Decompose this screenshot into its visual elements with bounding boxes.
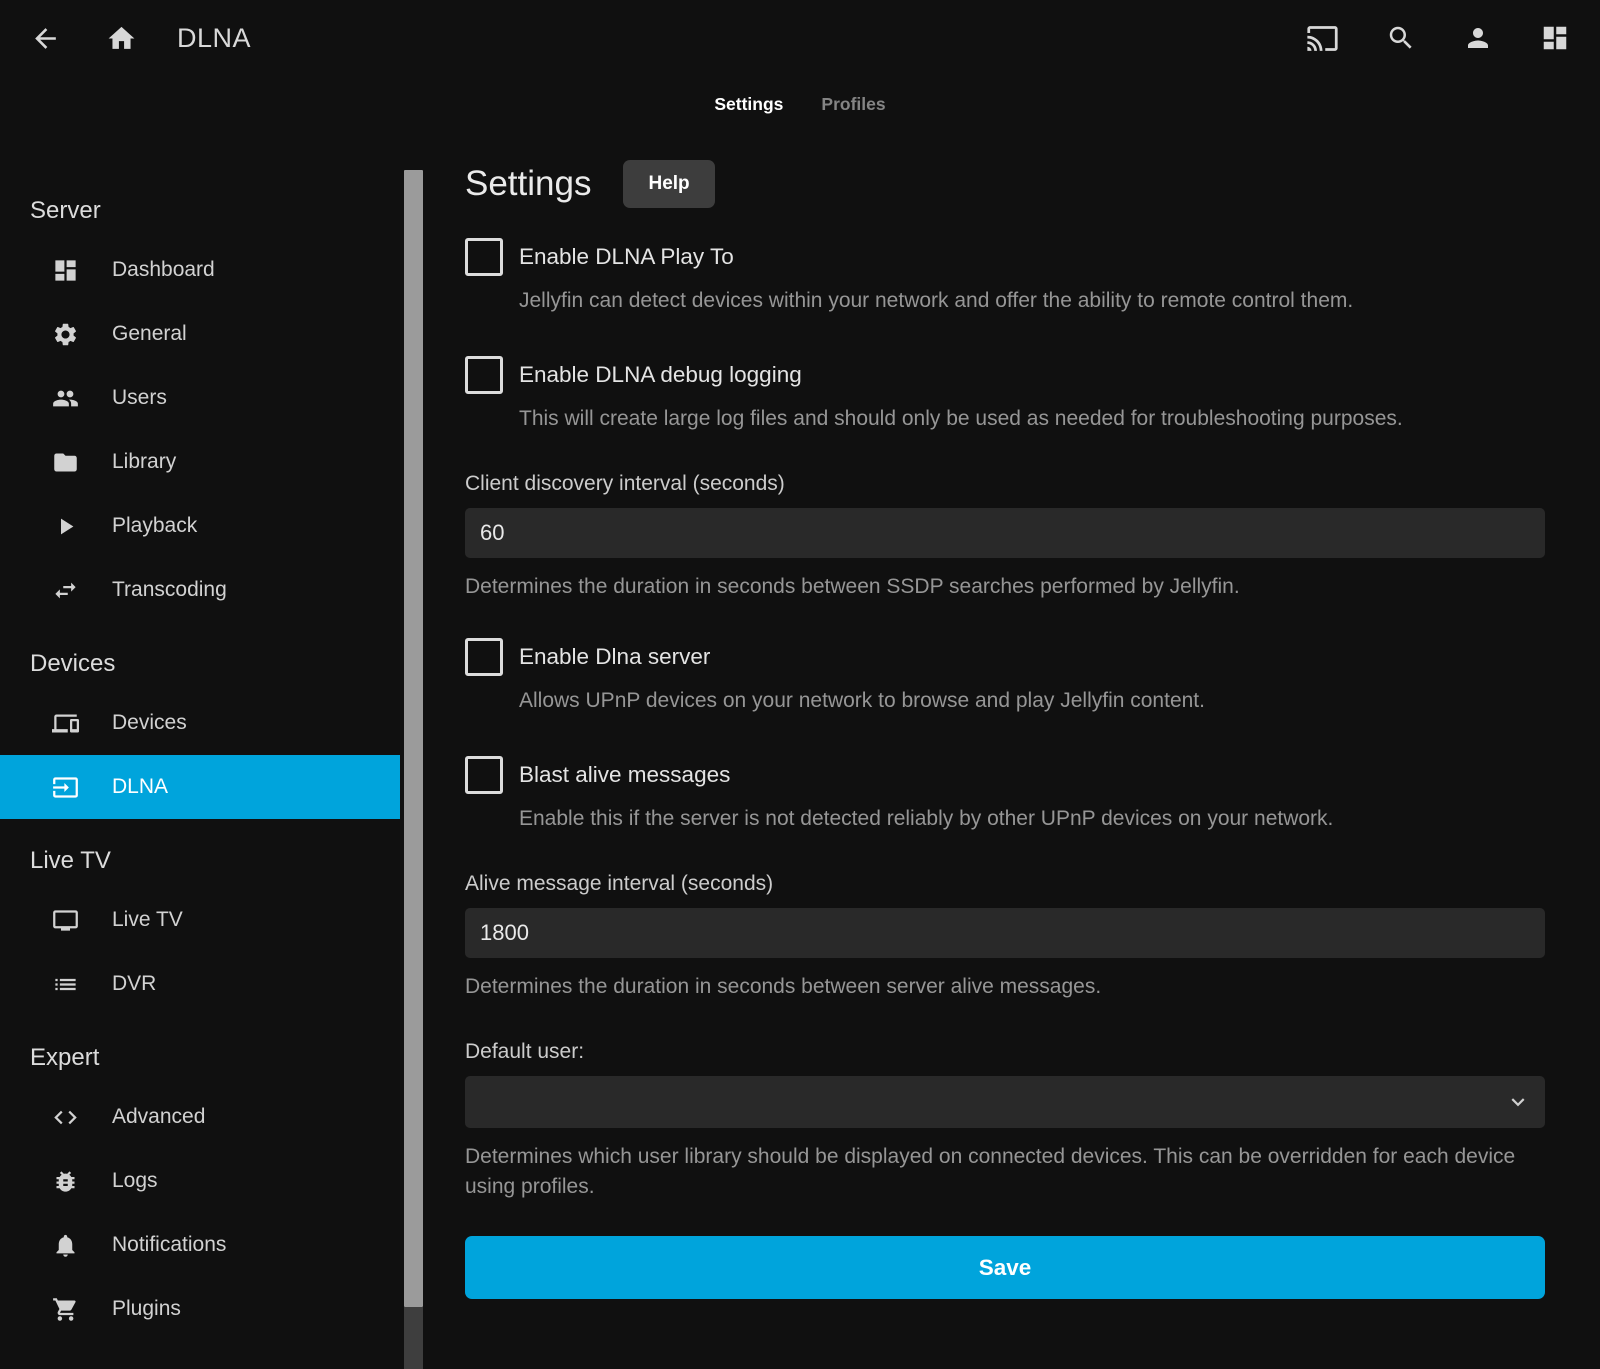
enable-dlna-debug-logging-checkbox[interactable]	[465, 356, 503, 394]
sidebar-item-users[interactable]: Users	[0, 366, 400, 430]
devices-icon	[52, 710, 79, 737]
sidebar-item-transcoding[interactable]: Transcoding	[0, 558, 400, 622]
bell-icon	[52, 1232, 79, 1259]
tv-icon	[52, 907, 79, 934]
sidebar-scrollbar[interactable]	[404, 170, 423, 1369]
sidebar-item-label: Logs	[112, 1169, 158, 1193]
sidebar-item-general[interactable]: General	[0, 302, 400, 366]
enable-dlna-debug-logging-description: This will create large log files and sho…	[519, 406, 1545, 432]
sidebar-section-server: Server Dashboard General Users Library Playba…	[0, 196, 400, 622]
sidebar-item-notifications[interactable]: Notifications	[0, 1213, 400, 1277]
topbar-actions	[1306, 22, 1570, 55]
cast-icon[interactable]	[1306, 22, 1339, 55]
sidebar: Server Dashboard General Users Library Playba…	[0, 140, 400, 1369]
enable-dlna-play-to-label: Enable DLNA Play To	[519, 244, 734, 270]
sidebar-item-dlna[interactable]: DLNA	[0, 755, 400, 819]
sidebar-item-label: Library	[112, 450, 176, 474]
enable-dlna-server-label: Enable Dlna server	[519, 644, 710, 670]
enable-dlna-play-to-description: Jellyfin can detect devices within your …	[519, 288, 1545, 314]
bug-icon	[52, 1168, 79, 1195]
sidebar-item-label: DLNA	[112, 775, 168, 799]
save-button[interactable]: Save	[465, 1236, 1545, 1299]
sidebar-item-label: DVR	[112, 972, 156, 996]
sidebar-section-title: Devices	[30, 649, 400, 679]
sidebar-item-label: General	[112, 322, 187, 346]
search-icon[interactable]	[1386, 23, 1416, 53]
blast-alive-messages-checkbox[interactable]	[465, 756, 503, 794]
chevron-down-icon	[1505, 1089, 1531, 1115]
sidebar-item-logs[interactable]: Logs	[0, 1149, 400, 1213]
enable-dlna-server-row[interactable]: Enable Dlna server	[465, 638, 1545, 676]
enable-dlna-debug-logging-row[interactable]: Enable DLNA debug logging	[465, 356, 1545, 394]
list-icon	[52, 971, 79, 998]
folder-icon	[52, 449, 79, 476]
enable-dlna-server-checkbox[interactable]	[465, 638, 503, 676]
sidebar-item-playback[interactable]: Playback	[0, 494, 400, 558]
code-icon	[52, 1104, 79, 1131]
input-icon	[52, 774, 79, 801]
sidebar-item-label: Transcoding	[112, 578, 227, 602]
alive-message-interval-description: Determines the duration in seconds betwe…	[465, 972, 1545, 1002]
sidebar-item-label: Notifications	[112, 1233, 226, 1257]
enable-dlna-debug-logging-label: Enable DLNA debug logging	[519, 362, 802, 388]
sidebar-item-plugins[interactable]: Plugins	[0, 1277, 400, 1341]
tab-bar: Settings Profiles	[0, 88, 1600, 120]
client-discovery-interval-label: Client discovery interval (seconds)	[465, 472, 1545, 498]
sidebar-section-title: Live TV	[30, 846, 400, 876]
enable-dlna-server-description: Allows UPnP devices on your network to b…	[519, 688, 1545, 714]
blast-alive-messages-description: Enable this if the server is not detecte…	[519, 806, 1545, 832]
gear-icon	[52, 321, 79, 348]
tab-profiles[interactable]: Profiles	[821, 94, 885, 115]
default-user-value	[465, 1089, 480, 1114]
sidebar-item-library[interactable]: Library	[0, 430, 400, 494]
client-discovery-interval-description: Determines the duration in seconds betwe…	[465, 572, 1545, 602]
swap-arrows-icon	[52, 577, 79, 604]
page-title: DLNA	[177, 23, 251, 54]
sidebar-item-label: Plugins	[112, 1297, 181, 1321]
default-user-select[interactable]	[465, 1076, 1545, 1128]
sidebar-section-title: Server	[30, 196, 400, 226]
sidebar-section-title: Expert	[30, 1043, 400, 1073]
sidebar-section-expert: Expert Advanced Logs Notifications Plugins	[0, 1043, 400, 1341]
dashboard-icon	[52, 257, 79, 284]
sidebar-section-devices: Devices Devices DLNA	[0, 649, 400, 819]
settings-form: Settings Help Enable DLNA Play To Jellyf…	[465, 140, 1545, 1299]
sidebar-item-advanced[interactable]: Advanced	[0, 1085, 400, 1149]
sidebar-item-livetv[interactable]: Live TV	[0, 888, 400, 952]
back-icon[interactable]	[30, 23, 61, 54]
enable-dlna-play-to-checkbox[interactable]	[465, 238, 503, 276]
sidebar-item-label: Users	[112, 386, 167, 410]
people-icon	[52, 385, 79, 412]
sidebar-item-label: Playback	[112, 514, 197, 538]
sidebar-section-live-tv: Live TV Live TV DVR	[0, 846, 400, 1016]
blast-alive-messages-label: Blast alive messages	[519, 762, 730, 788]
home-icon[interactable]	[106, 23, 137, 54]
settings-heading: Settings	[465, 164, 591, 204]
client-discovery-interval-input[interactable]	[465, 508, 1545, 558]
dashboard-icon[interactable]	[1540, 23, 1570, 53]
sidebar-item-devices[interactable]: Devices	[0, 691, 400, 755]
sidebar-item-dashboard[interactable]: Dashboard	[0, 238, 400, 302]
user-icon[interactable]	[1463, 23, 1493, 53]
scrollbar-thumb[interactable]	[404, 170, 423, 1307]
play-icon	[52, 513, 79, 540]
sidebar-item-label: Live TV	[112, 908, 183, 932]
tab-settings[interactable]: Settings	[714, 94, 783, 115]
cart-icon	[52, 1296, 79, 1323]
sidebar-item-label: Dashboard	[112, 258, 215, 282]
top-bar: DLNA	[0, 0, 1600, 76]
sidebar-item-label: Devices	[112, 711, 187, 735]
enable-dlna-play-to-row[interactable]: Enable DLNA Play To	[465, 238, 1545, 276]
alive-message-interval-label: Alive message interval (seconds)	[465, 872, 1545, 898]
default-user-description: Determines which user library should be …	[465, 1142, 1545, 1202]
sidebar-item-label: Advanced	[112, 1105, 205, 1129]
dlna-settings-page: DLNA Settings Profiles Server Dashboard Ge…	[0, 0, 1600, 1369]
sidebar-item-dvr[interactable]: DVR	[0, 952, 400, 1016]
alive-message-interval-input[interactable]	[465, 908, 1545, 958]
scrollbar-track-lower	[404, 1307, 423, 1369]
default-user-label: Default user:	[465, 1040, 1545, 1066]
blast-alive-messages-row[interactable]: Blast alive messages	[465, 756, 1545, 794]
help-button[interactable]: Help	[623, 160, 714, 208]
